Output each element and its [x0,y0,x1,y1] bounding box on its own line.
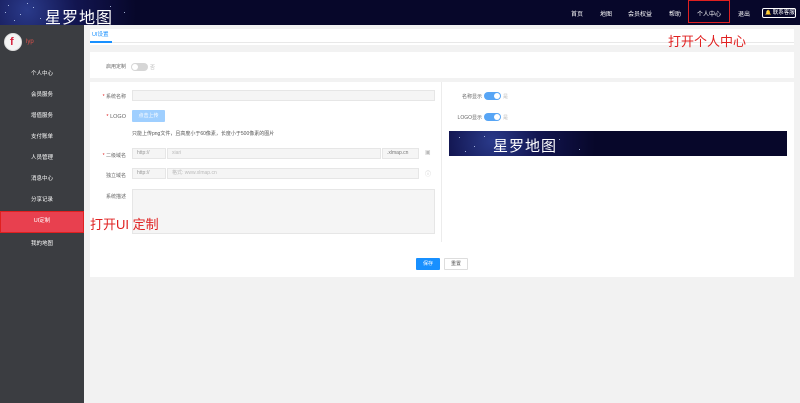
upload-logo-button[interactable]: 点击上传 [132,110,165,122]
sidebar-item-staff[interactable]: 人员管理 [0,148,84,168]
nav-membership[interactable]: 会员权益 [628,9,652,18]
tab-ui-settings[interactable]: UI设置 [92,30,109,38]
subdomain-prefix: http:// [132,148,166,159]
contact-service-label: 联系客服 [772,10,795,16]
sidebar-item-ui-custom[interactable]: UI定制 [0,211,84,233]
info-icon[interactable]: ⓘ [425,169,431,178]
nav-home[interactable]: 首页 [571,9,583,18]
save-button[interactable]: 保存 [416,258,440,270]
logo-upload-hint: 只能上传png文件，且高度小于60像素，长度小于500像素的图片 [132,131,275,137]
domain-input[interactable]: 格式: www.xlmap.cn [167,168,419,179]
brand-title[interactable]: 星罗地图 [45,4,113,25]
sidebar-item-share-records[interactable]: 分享记录 [0,190,84,210]
description-label: 系统描述 [105,194,126,200]
enable-state: 否 [150,65,156,71]
sidebar-item-billing[interactable]: 支付账单 [0,127,84,147]
sidebar-item-value-added[interactable]: 增值服务 [0,106,84,126]
highlight-box-personal-center [688,0,730,23]
sidebar-item-my-maps[interactable]: 我的地图 [0,234,84,254]
name-display-toggle[interactable] [484,92,501,100]
subdomain-input[interactable]: xiari [167,148,381,159]
subdomain-label: * 二级域名 [102,153,126,159]
toggle-knob [494,114,500,120]
toggle-knob [494,93,500,99]
header-preview: 星罗地图 [449,131,787,156]
enable-toggle[interactable] [131,63,148,71]
column-divider [441,82,442,242]
nav-help[interactable]: 帮助 [669,9,681,18]
settings-card [90,82,794,277]
subdomain-suffix: .xlmap.cn [382,148,419,159]
annotation-open-ui-custom: 打开UI 定制 [90,217,159,232]
logo-display-toggle[interactable] [484,113,501,121]
sidebar-item-messages[interactable]: 消息中心 [0,169,84,189]
name-display-label: 名称显示 [461,94,482,100]
avatar-letter: f [10,36,14,48]
tab-active-underline [90,41,112,43]
bell-icon: 🔔 [765,10,772,16]
copy-icon[interactable]: ▣ [425,149,431,156]
logo-display-state: 是 [503,115,509,121]
toggle-knob [132,64,138,70]
enable-label: 启用定制 [105,64,126,70]
system-name-input[interactable] [132,90,435,101]
contact-service-button[interactable]: 🔔 联系客服 [762,8,796,18]
username: lyp [26,39,34,45]
top-header: 星罗地图 首页 地图 会员权益 帮助 个人中心 退出 🔔 联系客服 [0,0,800,25]
nav-logout[interactable]: 退出 [738,9,750,18]
reset-button[interactable]: 重置 [444,258,468,270]
sidebar-item-member-service[interactable]: 会员服务 [0,85,84,105]
preview-title: 星罗地图 [493,138,558,155]
avatar[interactable]: f [4,33,22,51]
nav-map[interactable]: 地图 [600,9,612,18]
logo-display-label: LOGO显示 [457,115,482,121]
domain-label: 独立域名 [105,173,126,179]
domain-prefix: http:// [132,168,166,179]
description-textarea[interactable] [132,189,435,234]
enable-card [90,52,794,78]
annotation-open-personal-center: 打开个人中心 [668,34,747,49]
name-display-state: 是 [503,94,509,100]
logo-label: * LOGO [106,114,126,120]
system-name-label: * 系统名称 [102,94,126,100]
sidebar-item-personal-center[interactable]: 个人中心 [0,64,84,84]
